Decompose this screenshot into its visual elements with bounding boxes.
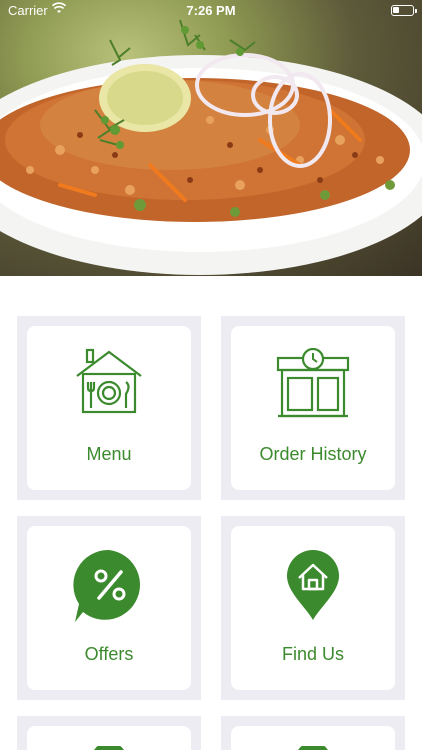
tile-order-history: Order History xyxy=(221,316,405,500)
tile-partial-right xyxy=(221,716,405,750)
offers-button[interactable]: Offers xyxy=(27,526,191,690)
order-history-button[interactable]: Order History xyxy=(231,326,395,490)
hero-image xyxy=(0,0,422,276)
map-pin-home-icon xyxy=(287,550,339,620)
tile-label-menu: Menu xyxy=(86,444,132,464)
status-time: 7:26 PM xyxy=(186,3,236,18)
find-us-button[interactable]: Find Us xyxy=(231,526,395,690)
tile-label-find-us: Find Us xyxy=(281,644,344,664)
tile-partial-left xyxy=(17,716,201,750)
partial-icon xyxy=(298,746,328,750)
partial-right-button[interactable] xyxy=(231,726,395,750)
menu-button[interactable]: Menu xyxy=(27,326,191,490)
tile-label-order-history: Order History xyxy=(259,444,367,464)
shop-clock-icon xyxy=(276,348,350,418)
percent-bubble-icon xyxy=(73,549,140,622)
tile-menu: Menu xyxy=(17,316,201,500)
tile-find-us: Find Us xyxy=(221,516,405,700)
tile-label-offers: Offers xyxy=(84,644,134,664)
tile-offers: Offers xyxy=(17,516,201,700)
partial-icon xyxy=(94,746,124,750)
battery-icon xyxy=(391,5,417,16)
status-bar: Carrier 7:26 PM xyxy=(0,0,422,22)
house-plate-icon xyxy=(76,348,142,414)
partial-left-button[interactable] xyxy=(27,726,191,750)
